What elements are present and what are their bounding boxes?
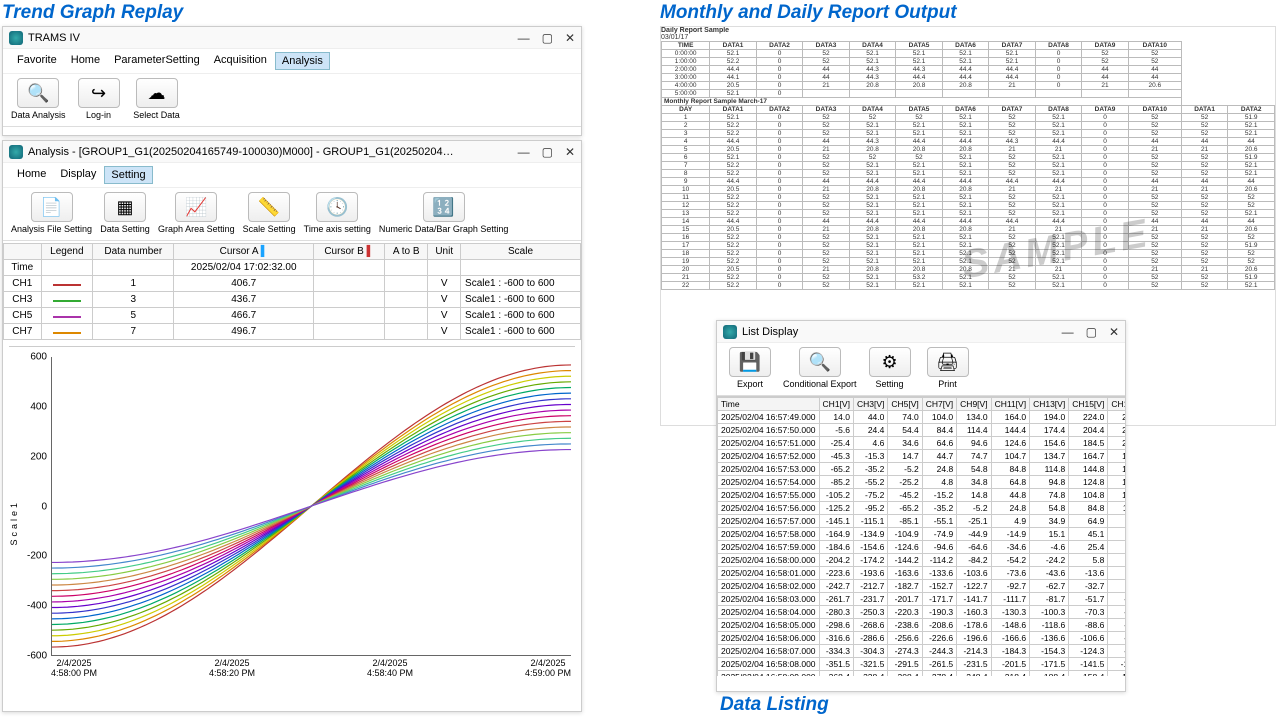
window-title: Analysis - [GROUP1_G1(20250204165749-100…: [28, 146, 458, 158]
graph-area-setting-icon: 📈: [175, 192, 217, 222]
label-data-listing: Data Listing: [720, 694, 829, 716]
window-title: TRAMS IV: [28, 32, 80, 44]
daily-report-date: 03/01/17: [661, 34, 1275, 41]
menu-item-display[interactable]: Display: [54, 166, 102, 184]
maximize-button[interactable]: ▢: [542, 31, 553, 45]
print-icon: 🖨: [927, 347, 969, 377]
print-button[interactable]: 🖨 Print: [923, 347, 973, 389]
label-trend-graph: Trend Graph Replay: [2, 2, 183, 24]
y-axis: 6004002000-200-400-600: [11, 357, 51, 656]
menubar-analysis: HomeDisplaySetting: [3, 163, 581, 188]
toolbar-label: Setting: [865, 379, 915, 389]
minimize-button[interactable]: —: [518, 145, 530, 159]
data-analysis-icon: 🔍: [17, 78, 59, 108]
toolbar-label: Graph Area Setting: [158, 224, 235, 234]
toolbar-label: Log-in: [74, 110, 124, 120]
toolbar-label: Data Setting: [100, 224, 150, 234]
close-button[interactable]: ✕: [565, 31, 575, 45]
plot-canvas[interactable]: [51, 357, 571, 656]
app-icon: [9, 145, 23, 159]
menu-item-home[interactable]: Home: [11, 166, 52, 184]
window-title: List Display: [742, 326, 798, 338]
window-trams-main: TRAMS IV — ▢ ✕ FavoriteHomeParameterSett…: [2, 26, 582, 136]
export-button[interactable]: 💾 Export: [725, 347, 775, 389]
menu-item-parametersetting[interactable]: ParameterSetting: [108, 52, 206, 70]
data-setting-icon: ▦: [104, 192, 146, 222]
analysis-file-setting-icon: 📄: [31, 192, 73, 222]
menu-item-favorite[interactable]: Favorite: [11, 52, 63, 70]
numeric-bar-icon: 🔢: [423, 192, 465, 222]
chart-area[interactable]: Scale1 6004002000-200-400-600 2/4/20254:…: [9, 346, 575, 686]
app-icon: [9, 31, 23, 45]
list-table: TimeCH1[V]CH3[V]CH5[V]CH7[V]CH9[V]CH11[V…: [717, 397, 1125, 676]
select-data-button[interactable]: ☁ Select Data: [132, 78, 182, 120]
cond-export-button[interactable]: 🔍 Conditional Export: [783, 347, 857, 389]
time-axis-setting-button[interactable]: 🕓 Time axis setting: [304, 192, 371, 234]
window-analysis: Analysis - [GROUP1_G1(20250204165749-100…: [2, 140, 582, 712]
menubar-main: FavoriteHomeParameterSettingAcquisitionA…: [3, 49, 581, 74]
log-in-icon: ↪: [78, 78, 120, 108]
label-report-output: Monthly and Daily Report Output: [660, 2, 957, 24]
log-in-button[interactable]: ↪ Log-in: [74, 78, 124, 120]
scale-setting-button[interactable]: 📏 Scale Setting: [243, 192, 296, 234]
menu-item-home[interactable]: Home: [65, 52, 106, 70]
toolbar-label: Time axis setting: [304, 224, 371, 234]
toolbar-label: Data Analysis: [11, 110, 66, 120]
titlebar-list[interactable]: List Display — ▢ ✕: [717, 321, 1125, 343]
toolbar-label: Print: [923, 379, 973, 389]
graph-area-setting-button[interactable]: 📈 Graph Area Setting: [158, 192, 235, 234]
toolbar-label: Export: [725, 379, 775, 389]
data-setting-button[interactable]: ▦ Data Setting: [100, 192, 150, 234]
select-data-icon: ☁: [136, 78, 178, 108]
toolbar-list: 💾 Export 🔍 Conditional Export ⚙ Setting 🖨 Print: [717, 343, 1125, 396]
menu-item-setting[interactable]: Setting: [104, 166, 152, 184]
numeric-bar-button[interactable]: 🔢 Numeric Data/Bar Graph Setting: [379, 192, 509, 234]
titlebar-main[interactable]: TRAMS IV — ▢ ✕: [3, 27, 581, 49]
minimize-button[interactable]: —: [518, 31, 530, 45]
minimize-button[interactable]: —: [1062, 325, 1074, 339]
setting-button[interactable]: ⚙ Setting: [865, 347, 915, 389]
cond-export-icon: 🔍: [799, 347, 841, 377]
maximize-button[interactable]: ▢: [542, 145, 553, 159]
data-analysis-button[interactable]: 🔍 Data Analysis: [11, 78, 66, 120]
close-button[interactable]: ✕: [565, 145, 575, 159]
time-axis-setting-icon: 🕓: [316, 192, 358, 222]
menu-item-acquisition[interactable]: Acquisition: [208, 52, 273, 70]
toolbar-label: Analysis File Setting: [11, 224, 92, 234]
close-button[interactable]: ✕: [1109, 325, 1119, 339]
toolbar-label: Select Data: [132, 110, 182, 120]
titlebar-analysis[interactable]: Analysis - [GROUP1_G1(20250204165749-100…: [3, 141, 581, 163]
maximize-button[interactable]: ▢: [1086, 325, 1097, 339]
toolbar-label: Numeric Data/Bar Graph Setting: [379, 224, 509, 234]
export-icon: 💾: [729, 347, 771, 377]
legend-table: LegendData numberCursor A ▌Cursor B ▌A t…: [3, 243, 581, 340]
toolbar-label: Scale Setting: [243, 224, 296, 234]
app-icon: [723, 325, 737, 339]
toolbar-label: Conditional Export: [783, 379, 857, 389]
window-list-display: List Display — ▢ ✕ 💾 Export 🔍 Conditional E…: [716, 320, 1126, 692]
toolbar-analysis: 📄 Analysis File Setting ▦ Data Setting 📈 Grap…: [3, 188, 581, 241]
menu-item-analysis[interactable]: Analysis: [275, 52, 330, 70]
x-axis: 2/4/20254:58:00 PM2/4/20254:58:20 PM2/4/…: [51, 658, 571, 686]
setting-icon: ⚙: [869, 347, 911, 377]
scale-setting-icon: 📏: [248, 192, 290, 222]
daily-report-title: Daily Report Sample: [661, 27, 1275, 34]
analysis-file-setting-button[interactable]: 📄 Analysis File Setting: [11, 192, 92, 234]
toolbar-main: 🔍 Data Analysis ↪ Log-in ☁ Select Data: [3, 74, 581, 127]
